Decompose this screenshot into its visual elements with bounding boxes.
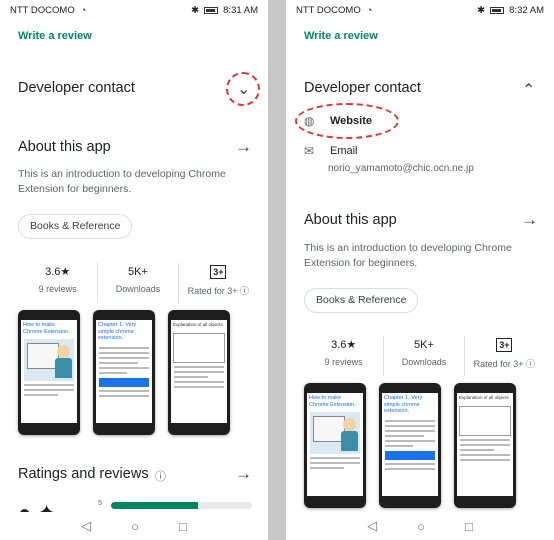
- content-rating-badge: 3+: [496, 338, 513, 352]
- app-stats: 3.6★ 9 reviews 5K+ Downloads 3+ Rated fo…: [304, 336, 544, 376]
- left-screen: NTT DOCOMO ◔ ✱ 8:31 AM Write a review De…: [0, 0, 268, 540]
- developer-contact-heading[interactable]: Developer contact: [304, 80, 421, 96]
- clock: 8:31 AM: [223, 4, 258, 16]
- screenshot-title: Explanation of all objects: [459, 395, 509, 400]
- about-app-heading[interactable]: About this app: [304, 212, 397, 228]
- content-rating-stat[interactable]: 3+ Rated for 3+ ⓘ: [179, 263, 258, 303]
- status-bar: NTT DOCOMO ◔ ✱ 8:31 AM: [0, 0, 268, 20]
- screenshot-carousel[interactable]: How to make Chrome Extension. Chapter 1.…: [304, 383, 516, 508]
- arrow-right-icon[interactable]: →: [235, 464, 252, 484]
- clock: 8:32 AM: [509, 4, 544, 16]
- category-chip[interactable]: Books & Reference: [18, 214, 133, 239]
- bar-label-5: 5: [98, 500, 102, 507]
- screenshot-title: Explanation of all objects: [173, 322, 223, 327]
- nav-bar: ◁ ○ □: [286, 512, 554, 540]
- rating-value: 3.6★: [45, 266, 71, 278]
- write-review-link[interactable]: Write a review: [304, 30, 378, 42]
- screenshot-2[interactable]: Chapter 1. Very simple chrome extension.: [93, 310, 155, 435]
- downloads-stat: 5K+ Downloads: [384, 336, 465, 376]
- reviews-count: 9 reviews: [38, 284, 77, 294]
- downloads-value: 5K+: [128, 266, 148, 278]
- downloads-label: Downloads: [401, 357, 447, 367]
- downloads-label: Downloads: [115, 284, 161, 294]
- reviews-count: 9 reviews: [324, 357, 363, 367]
- status-bar: NTT DOCOMO ◔ ✱ 8:32 AM: [286, 0, 554, 20]
- mail-icon: ✉: [304, 144, 315, 158]
- recents-icon[interactable]: □: [465, 519, 473, 534]
- highlight-circle-chevron: [226, 72, 260, 106]
- downloads-value: 5K+: [414, 339, 434, 351]
- screenshot-title: Chapter 1. Very simple chrome extension.: [384, 395, 423, 414]
- about-app-description: This is an introduction to developing Ch…: [18, 168, 226, 195]
- screenshot-title: Chapter 1. Very simple chrome extension.: [98, 322, 137, 341]
- home-icon[interactable]: ○: [417, 519, 425, 534]
- right-screen: NTT DOCOMO ◔ ✱ 8:32 AM Write a review De…: [286, 0, 554, 540]
- content-rating-label: Rated for 3+ ⓘ: [187, 286, 249, 296]
- info-icon[interactable]: ⓘ: [155, 468, 166, 484]
- bluetooth-icon: ✱: [477, 4, 486, 16]
- content-rating-label: Rated for 3+ ⓘ: [473, 359, 535, 369]
- screenshot-3[interactable]: Explanation of all objects: [168, 310, 230, 435]
- rating-value: 3.6★: [331, 339, 357, 351]
- screenshot-2[interactable]: Chapter 1. Very simple chrome extension.: [379, 383, 441, 508]
- write-review-link[interactable]: Write a review: [18, 30, 92, 42]
- teacher-illustration: [24, 339, 74, 381]
- screenshot-3[interactable]: Explanation of all objects: [454, 383, 516, 508]
- content-rating-badge: 3+: [210, 265, 227, 279]
- nav-bar: ◁ ○ □: [0, 512, 268, 540]
- ratings-reviews-heading[interactable]: Ratings and reviews: [18, 466, 149, 482]
- rating-stat: 3.6★ 9 reviews: [304, 336, 385, 376]
- downloads-stat: 5K+ Downloads: [98, 263, 179, 303]
- highlight-circle-website: [295, 103, 399, 139]
- wifi-icon: ◔: [366, 5, 373, 15]
- carrier-label: NTT DOCOMO: [10, 4, 75, 16]
- carrier-label: NTT DOCOMO: [296, 4, 361, 16]
- arrow-right-icon[interactable]: →: [235, 137, 252, 157]
- email-label: Email: [330, 145, 358, 157]
- app-stats: 3.6★ 9 reviews 5K+ Downloads 3+ Rated fo…: [18, 263, 258, 303]
- screenshot-carousel[interactable]: How to make Chrome Extension. Chapter 1.…: [18, 310, 230, 435]
- screen-divider: [268, 0, 286, 540]
- screenshot-title: How to make Chrome Extension.: [23, 322, 70, 335]
- about-app-description: This is an introduction to developing Ch…: [304, 242, 512, 269]
- home-icon[interactable]: ○: [131, 519, 139, 534]
- screenshot-1[interactable]: How to make Chrome Extension.: [18, 310, 80, 435]
- about-app-heading[interactable]: About this app: [18, 139, 111, 155]
- back-icon[interactable]: ◁: [81, 518, 91, 534]
- screenshot-1[interactable]: How to make Chrome Extension.: [304, 383, 366, 508]
- recents-icon[interactable]: □: [179, 519, 187, 534]
- rating-bar-5: [111, 502, 252, 509]
- wifi-icon: ◔: [80, 5, 87, 15]
- content-rating-stat[interactable]: 3+ Rated for 3+ ⓘ: [465, 336, 544, 376]
- category-chip[interactable]: Books & Reference: [304, 288, 419, 313]
- battery-icon: [490, 6, 505, 14]
- email-row[interactable]: ✉ Email: [304, 144, 358, 158]
- email-address[interactable]: norio_yamamoto@chic.ocn.ne.jp: [328, 163, 474, 174]
- chevron-up-icon[interactable]: ⌃: [522, 80, 535, 100]
- rating-stat: 3.6★ 9 reviews: [18, 263, 99, 303]
- rating-bar-5-fill: [111, 502, 199, 509]
- developer-contact-heading[interactable]: Developer contact: [18, 80, 135, 96]
- back-icon[interactable]: ◁: [367, 518, 377, 534]
- arrow-right-icon[interactable]: →: [521, 210, 538, 230]
- screenshot-title: How to make Chrome Extension.: [309, 395, 356, 408]
- battery-icon: [204, 6, 219, 14]
- teacher-illustration: [310, 412, 360, 454]
- bluetooth-icon: ✱: [191, 4, 200, 16]
